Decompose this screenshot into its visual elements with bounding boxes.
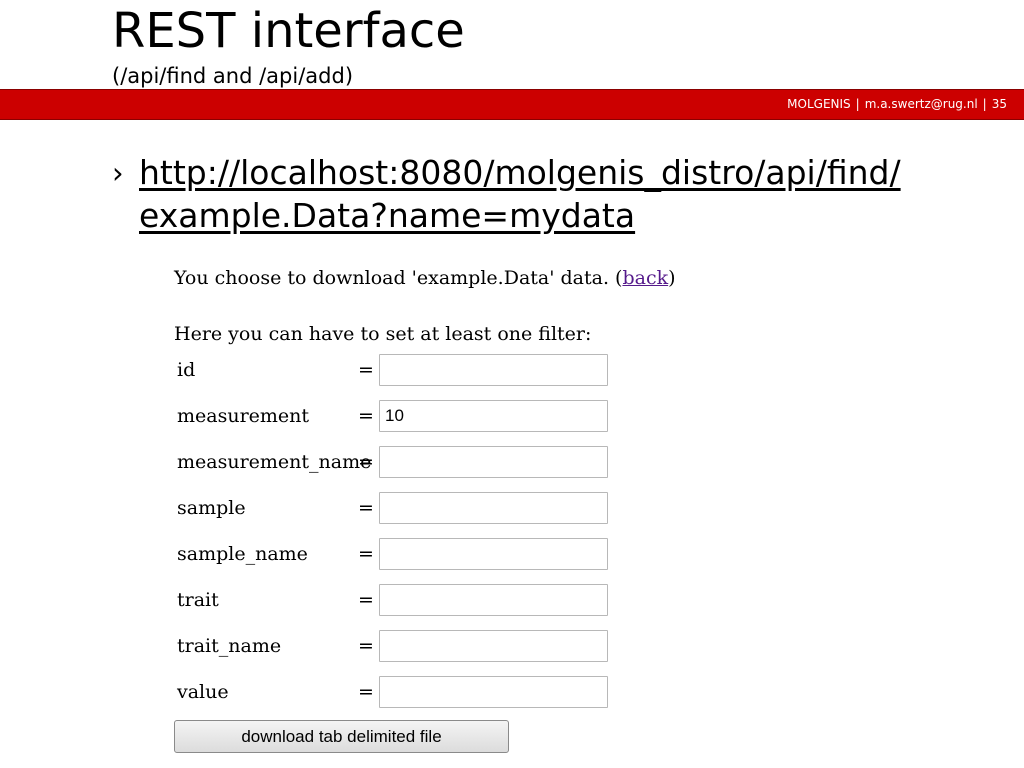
url-line-2: example.Data?name=mydata [139,196,636,235]
filter-row: trait = [174,584,614,616]
header-bar: MOLGENIS | m.a.swertz@rug.nl | 35 [0,89,1024,120]
intro-suffix: ) [668,267,676,289]
filter-row: sample = [174,492,614,524]
equals-sign: = [358,359,374,381]
url-line-1: http://localhost:8080/molgenis_distro/ap… [139,153,901,192]
slide-subtitle: (/api/find and /api/add) [112,64,354,88]
filter-label: trait_name [177,635,282,657]
bullet-marker: › [112,156,124,190]
back-link[interactable]: back [622,267,668,289]
filter-label: measurement_name [177,451,372,473]
download-tab-delimited-button[interactable]: download tab delimited file [174,720,509,753]
filter-label: sample_name [177,543,308,565]
filter-label: sample [177,497,246,519]
filter-input-id[interactable] [379,354,608,386]
filter-hint: Here you can have to set at least one fi… [174,323,592,345]
equals-sign: = [358,405,374,427]
filter-label: measurement [177,405,310,427]
download-intro: You choose to download 'example.Data' da… [174,264,676,292]
slide-title: REST interface [112,3,465,59]
filter-label: value [177,681,229,703]
filter-label: trait [177,589,219,611]
filter-input-trait[interactable] [379,584,608,616]
footer-page-number: 35 [991,97,1007,111]
filter-input-measurement-name[interactable] [379,446,608,478]
filter-input-value[interactable] [379,676,608,708]
equals-sign: = [358,543,374,565]
footer-separator: | [855,97,860,111]
equals-sign: = [358,589,374,611]
intro-prefix: You choose to download 'example.Data' da… [174,267,623,289]
footer-separator: | [982,97,987,111]
equals-sign: = [358,451,374,473]
slide-footer: MOLGENIS | m.a.swertz@rug.nl | 35 [787,96,1007,112]
filter-input-sample[interactable] [379,492,608,524]
filter-row: trait_name = [174,630,614,662]
api-find-url-link[interactable]: http://localhost:8080/molgenis_distro/ap… [139,151,901,237]
filter-label: id [177,359,196,381]
filter-row: sample_name = [174,538,614,570]
footer-org: MOLGENIS [787,97,851,111]
filter-input-sample-name[interactable] [379,538,608,570]
equals-sign: = [358,635,374,657]
filter-row: measurement_name = [174,446,614,478]
filter-row: id = [174,354,614,386]
footer-email: m.a.swertz@rug.nl [864,97,978,111]
filter-input-measurement[interactable] [379,400,608,432]
equals-sign: = [358,497,374,519]
equals-sign: = [358,681,374,703]
filter-input-trait-name[interactable] [379,630,608,662]
filter-row: value = [174,676,614,708]
filter-row: measurement = [174,400,614,432]
